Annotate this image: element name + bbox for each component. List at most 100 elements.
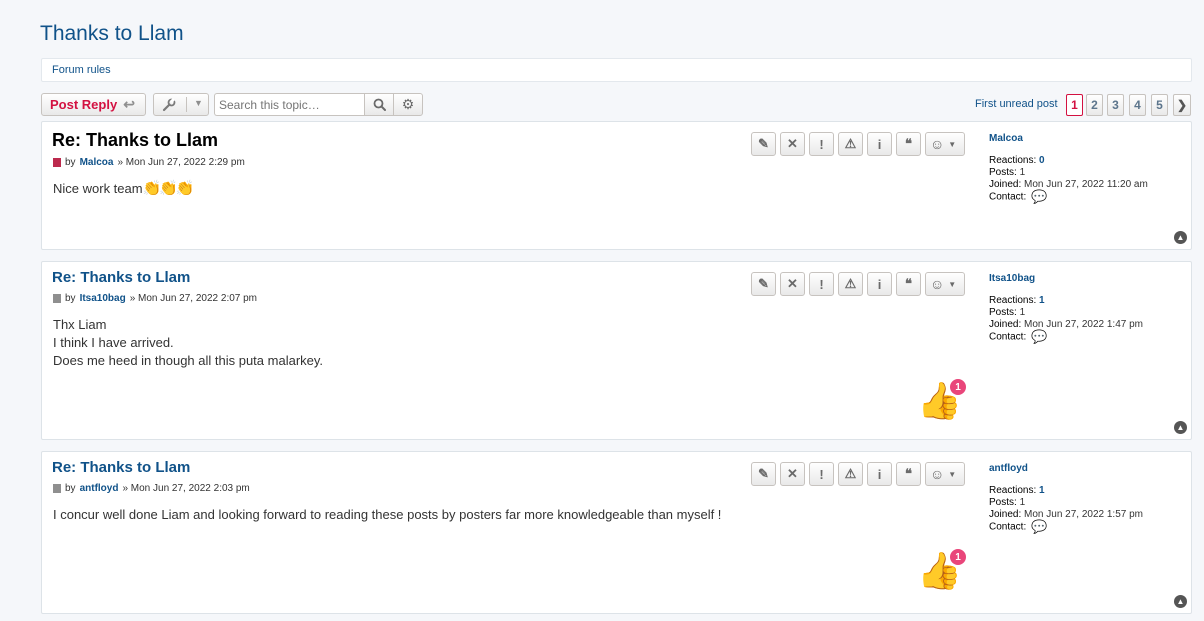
info-icon: i [877, 136, 882, 152]
post-icon[interactable] [53, 294, 61, 303]
edit-button[interactable]: ✎ [751, 272, 776, 296]
search-button[interactable] [364, 93, 394, 116]
react-button[interactable]: ☺ ▼ [925, 462, 965, 486]
post-content: Nice work team👏👏👏 [53, 180, 195, 198]
speech-bubble-icon[interactable]: 💬 [1031, 190, 1047, 203]
search-topic-input[interactable] [214, 93, 365, 116]
post-2: Re: Thanks to Llam by Itsa10bag » Mon Ju… [41, 261, 1192, 440]
post-author-link[interactable]: Malcoa [80, 157, 114, 168]
post-reaction[interactable]: 👍 1 [917, 549, 967, 595]
tools-separator [186, 97, 187, 112]
contact-label: Contact: [989, 191, 1027, 203]
edit-button[interactable]: ✎ [751, 462, 776, 486]
posts-label: Posts: [989, 307, 1017, 318]
chevron-down-icon: ▼ [194, 98, 203, 108]
speech-bubble-icon[interactable]: 💬 [1031, 520, 1047, 533]
post-content: I concur well done Liam and looking forw… [53, 506, 721, 524]
author-profile: Itsa10bag Reactions: 1 Posts: 1 Joined: … [989, 273, 1143, 344]
reactions-count[interactable]: 1 [1039, 295, 1045, 306]
profile-username[interactable]: Malcoa [989, 133, 1148, 145]
react-button[interactable]: ☺ ▼ [925, 272, 965, 296]
quote-icon: ❝ [905, 466, 912, 481]
exclamation-icon: ! [819, 466, 824, 482]
pencil-icon: ✎ [758, 466, 769, 481]
edit-button[interactable]: ✎ [751, 132, 776, 156]
posts-count[interactable]: 1 [1020, 307, 1026, 318]
smiley-icon: ☺ [930, 276, 945, 292]
report-button[interactable]: ! [809, 132, 834, 156]
by-label: by [65, 157, 76, 168]
post-title[interactable]: Re: Thanks to Llam [52, 269, 190, 286]
speech-bubble-icon[interactable]: 💬 [1031, 330, 1047, 343]
page-button-3[interactable]: 3 [1107, 94, 1124, 116]
page-button-1[interactable]: 1 [1066, 94, 1083, 116]
chevron-up-icon: ▲ [1176, 597, 1185, 606]
post-content: Thx Liam I think I have arrived. Does me… [53, 316, 323, 370]
profile-username[interactable]: Itsa10bag [989, 273, 1143, 285]
post-date: » Mon Jun 27, 2022 2:03 pm [122, 483, 250, 494]
post-author-link[interactable]: antfloyd [80, 483, 119, 494]
profile-username[interactable]: antfloyd [989, 463, 1143, 475]
reaction-count-badge: 1 [950, 549, 966, 565]
info-icon: i [877, 276, 882, 292]
close-icon: ✕ [787, 136, 798, 151]
quote-button[interactable]: ❝ [896, 132, 921, 156]
posts-count[interactable]: 1 [1020, 497, 1026, 508]
unread-post-icon[interactable] [53, 158, 61, 167]
info-button[interactable]: i [867, 272, 892, 296]
advanced-search-button[interactable]: ⚙ [393, 93, 423, 116]
joined-label: Joined: [989, 319, 1022, 330]
react-button[interactable]: ☺ ▼ [925, 132, 965, 156]
smiley-icon: ☺ [930, 466, 945, 482]
delete-button[interactable]: ✕ [780, 272, 805, 296]
post-title[interactable]: Re: Thanks to Llam [52, 459, 190, 476]
author-profile: Malcoa Reactions: 0 Posts: 1 Joined: Mon… [989, 133, 1148, 204]
reply-arrow-icon: ↩ [123, 96, 135, 112]
next-page-button[interactable]: ❯ [1173, 94, 1191, 116]
first-unread-post-link[interactable]: First unread post [975, 98, 1058, 110]
post-icon[interactable] [53, 484, 61, 493]
posts-label: Posts: [989, 167, 1017, 178]
info-icon: i [877, 466, 882, 482]
post-text-line: Thx Liam [53, 317, 107, 332]
post-author-link[interactable]: Itsa10bag [80, 293, 126, 304]
page-button-4[interactable]: 4 [1129, 94, 1146, 116]
exclamation-icon: ! [819, 276, 824, 292]
quote-icon: ❝ [905, 276, 912, 291]
post-title[interactable]: Re: Thanks to Llam [52, 130, 218, 151]
gear-icon: ⚙ [401, 96, 415, 112]
post-reaction[interactable]: 👍 1 [917, 379, 967, 425]
warn-button[interactable]: ⚠ [838, 272, 863, 296]
contact-label: Contact: [989, 521, 1027, 533]
chevron-right-icon: ❯ [1176, 98, 1188, 112]
info-button[interactable]: i [867, 462, 892, 486]
quote-button[interactable]: ❝ [896, 272, 921, 296]
forum-rules-link[interactable]: Forum rules [52, 64, 111, 76]
delete-button[interactable]: ✕ [780, 132, 805, 156]
warn-button[interactable]: ⚠ [838, 132, 863, 156]
warn-button[interactable]: ⚠ [838, 462, 863, 486]
close-icon: ✕ [787, 466, 798, 481]
page-button-5[interactable]: 5 [1151, 94, 1168, 116]
page-button-2[interactable]: 2 [1086, 94, 1103, 116]
exclamation-icon: ! [819, 136, 824, 152]
reactions-count[interactable]: 0 [1039, 155, 1045, 166]
close-icon: ✕ [787, 276, 798, 291]
reactions-count[interactable]: 1 [1039, 485, 1045, 496]
quote-button[interactable]: ❝ [896, 462, 921, 486]
post-reply-label: Post Reply [50, 97, 118, 112]
chevron-down-icon: ▼ [948, 469, 957, 479]
clapping-hands-icon: 👏👏👏 [142, 180, 195, 197]
posts-count[interactable]: 1 [1020, 167, 1026, 178]
back-to-top-button[interactable]: ▲ [1174, 231, 1187, 244]
back-to-top-button[interactable]: ▲ [1174, 595, 1187, 608]
post-1: Re: Thanks to Llam by Malcoa » Mon Jun 2… [41, 121, 1192, 250]
report-button[interactable]: ! [809, 272, 834, 296]
topic-tools-button[interactable]: ▼ [153, 93, 209, 116]
post-reply-button[interactable]: Post Reply ↩ [41, 93, 146, 116]
topic-title[interactable]: Thanks to Llam [40, 22, 184, 46]
report-button[interactable]: ! [809, 462, 834, 486]
back-to-top-button[interactable]: ▲ [1174, 421, 1187, 434]
delete-button[interactable]: ✕ [780, 462, 805, 486]
info-button[interactable]: i [867, 132, 892, 156]
